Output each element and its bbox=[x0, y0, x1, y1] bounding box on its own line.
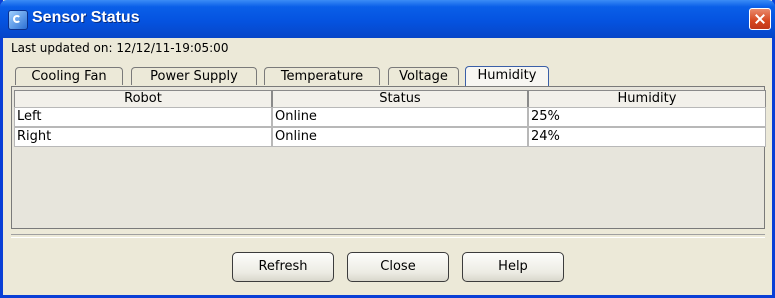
tab-temperature[interactable]: Temperature bbox=[264, 67, 380, 85]
table-cell-humidity: 25% bbox=[528, 107, 766, 127]
column-header-humidity[interactable]: Humidity bbox=[528, 90, 766, 108]
window-title: Sensor Status bbox=[32, 9, 140, 26]
tab-power-supply[interactable]: Power Supply bbox=[131, 67, 257, 85]
close-window-button[interactable] bbox=[749, 8, 771, 30]
help-button[interactable]: Help bbox=[462, 252, 564, 282]
table-cell-status: Online bbox=[272, 127, 528, 147]
table-cell-robot: Right bbox=[14, 127, 272, 147]
close-button[interactable]: Close bbox=[347, 252, 449, 282]
tab-voltage[interactable]: Voltage bbox=[388, 67, 459, 85]
sensor-table: Robot Status Humidity Left Online 25% Ri… bbox=[11, 86, 766, 229]
table-cell-status: Online bbox=[272, 107, 528, 127]
title-bar[interactable]: Sensor Status bbox=[0, 0, 775, 38]
tab-cooling-fan[interactable]: Cooling Fan bbox=[15, 67, 123, 85]
sensor-status-window: Sensor Status Last updated on: 12/12/11-… bbox=[0, 0, 775, 298]
last-updated-label: Last updated on: 12/12/11-19:05:00 bbox=[11, 41, 229, 55]
app-icon bbox=[8, 10, 28, 30]
table-cell-humidity: 24% bbox=[528, 127, 766, 147]
column-header-robot[interactable]: Robot bbox=[14, 90, 272, 108]
divider bbox=[11, 234, 765, 238]
refresh-button[interactable]: Refresh bbox=[232, 252, 334, 282]
table-cell-robot: Left bbox=[14, 107, 272, 127]
tab-humidity[interactable]: Humidity bbox=[465, 66, 549, 86]
column-header-status[interactable]: Status bbox=[272, 90, 528, 108]
